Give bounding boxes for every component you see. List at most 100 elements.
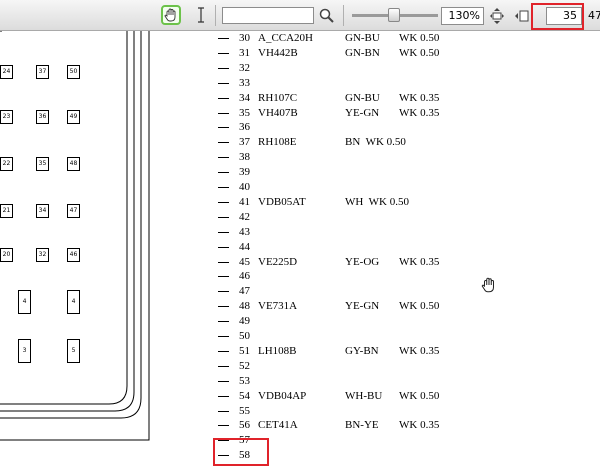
wire-code: A_CCA20H bbox=[258, 32, 314, 44]
pin-tick bbox=[218, 157, 229, 159]
pin-number: 56 bbox=[239, 419, 250, 432]
pin-tick bbox=[218, 52, 229, 54]
pin-number: 52 bbox=[239, 359, 250, 372]
pin-number: 44 bbox=[239, 240, 250, 253]
connector-drawing bbox=[0, 31, 150, 441]
pin-tick bbox=[218, 97, 229, 99]
pin-tick bbox=[218, 425, 229, 427]
page-total: 47 bbox=[588, 9, 600, 22]
wire-size: WK 0.35 bbox=[399, 255, 440, 268]
wire-code: VH442B bbox=[258, 46, 298, 59]
pin-tick bbox=[218, 231, 229, 233]
pin-number: 32 bbox=[239, 61, 250, 74]
pin-number: 45 bbox=[239, 255, 250, 268]
pin-row: 53 bbox=[218, 374, 518, 388]
pin-number: 46 bbox=[239, 270, 250, 283]
pin-number: 38 bbox=[239, 151, 250, 164]
pin-tick bbox=[218, 67, 229, 69]
wire-code: VDB04AP bbox=[258, 389, 307, 402]
pin-number: 50 bbox=[239, 330, 250, 342]
pin-row: 33 bbox=[218, 76, 518, 90]
wire-color: GN-BN bbox=[345, 46, 380, 59]
pin-row: 46 bbox=[218, 269, 518, 283]
wire-color: GN-BU bbox=[345, 91, 380, 104]
toolbar: 130% 35 47 bbox=[0, 0, 600, 31]
pin-tick bbox=[218, 187, 229, 188]
pin-number: 54 bbox=[239, 389, 250, 402]
pin-tick bbox=[218, 172, 229, 174]
zoom-slider-thumb[interactable] bbox=[388, 8, 400, 22]
pin-row: 48 VE731A YE-GN WK 0.50 bbox=[218, 299, 518, 313]
pin-tick bbox=[218, 246, 229, 248]
cavity-label: 5 bbox=[67, 339, 80, 363]
page-view-button[interactable] bbox=[513, 7, 531, 25]
hand-icon bbox=[164, 8, 176, 22]
cavity-label: 47 bbox=[67, 204, 80, 218]
cavity-label: 49 bbox=[67, 110, 80, 124]
toolbar-divider bbox=[343, 5, 344, 26]
wire-size: WK 0.35 bbox=[399, 91, 440, 104]
hand-cursor-icon bbox=[481, 277, 495, 293]
pin-number: 48 bbox=[239, 300, 250, 313]
wire-color: YE-GN bbox=[345, 106, 380, 119]
search-icon bbox=[319, 8, 334, 23]
pin-row: 39 bbox=[218, 165, 518, 179]
wire-code: VE731A bbox=[258, 300, 298, 313]
wire-size: WK 0.50 bbox=[399, 46, 440, 59]
single-page-icon bbox=[515, 10, 529, 22]
pin-row: 55 bbox=[218, 404, 518, 418]
cavity-label: 36 bbox=[36, 110, 49, 124]
pin-tick bbox=[218, 365, 229, 367]
search-button[interactable] bbox=[318, 7, 336, 25]
pin-number: 41 bbox=[239, 195, 250, 208]
pin-tick bbox=[218, 82, 229, 84]
cavity-label: 37 bbox=[36, 65, 49, 79]
pin-row: 43 bbox=[218, 225, 518, 239]
row-58-highlight bbox=[213, 438, 269, 466]
wire-size: WK 0.50 bbox=[399, 32, 440, 44]
wire-code: RH107C bbox=[258, 91, 298, 104]
zoom-level-field[interactable]: 130% bbox=[441, 7, 484, 25]
pin-number: 35 bbox=[239, 106, 250, 119]
pin-row: 50 bbox=[218, 329, 518, 343]
pin-tick bbox=[218, 321, 229, 323]
pin-number: 37 bbox=[239, 136, 250, 149]
cavity-label: 46 bbox=[67, 248, 80, 262]
pin-tick bbox=[218, 261, 229, 263]
pin-row: 56 CET41A BN-YE WK 0.35 bbox=[218, 418, 518, 432]
pin-tick bbox=[218, 142, 229, 144]
pin-row: 37 RH108E BN WK 0.50 bbox=[218, 135, 518, 149]
wire-color: BN WK 0.50 bbox=[345, 136, 406, 149]
search-input[interactable] bbox=[222, 7, 314, 24]
hand-tool-button[interactable] bbox=[161, 5, 181, 25]
pin-number: 42 bbox=[239, 210, 250, 223]
pin-row: 54 VDB04AP WH-BU WK 0.50 bbox=[218, 389, 518, 403]
pin-number: 34 bbox=[239, 91, 250, 104]
pin-number: 53 bbox=[239, 374, 250, 387]
pin-row: 42 bbox=[218, 210, 518, 224]
text-cursor-icon bbox=[198, 7, 204, 23]
wire-size: WK 0.50 bbox=[399, 300, 440, 313]
fit-vertical-icon bbox=[490, 8, 504, 24]
wire-size: WK 0.35 bbox=[399, 419, 440, 432]
fit-page-button[interactable] bbox=[489, 7, 505, 25]
wire-code: RH108E bbox=[258, 136, 297, 149]
pin-tick bbox=[218, 410, 229, 412]
pin-row: 40 bbox=[218, 180, 518, 194]
pin-tick bbox=[218, 276, 229, 278]
pin-tick bbox=[218, 127, 229, 129]
wire-color: WH-BU bbox=[345, 389, 383, 402]
cavity-label: 24 bbox=[0, 65, 13, 79]
pin-tick bbox=[218, 112, 229, 114]
page-number-highlight bbox=[531, 3, 584, 30]
pin-row: 51 LH108B GY-BN WK 0.35 bbox=[218, 344, 518, 358]
pin-tick bbox=[218, 291, 229, 293]
cavity-label: 4 bbox=[67, 290, 80, 314]
pin-row: 45 VE225D YE-OG WK 0.35 bbox=[218, 255, 518, 269]
wire-code: VDB05AT bbox=[258, 195, 306, 208]
cavity-label: 22 bbox=[0, 157, 13, 171]
pin-row: 38 bbox=[218, 150, 518, 164]
text-select-tool-button[interactable] bbox=[194, 6, 208, 24]
pin-row: 44 bbox=[218, 240, 518, 254]
pin-tick bbox=[218, 336, 229, 337]
